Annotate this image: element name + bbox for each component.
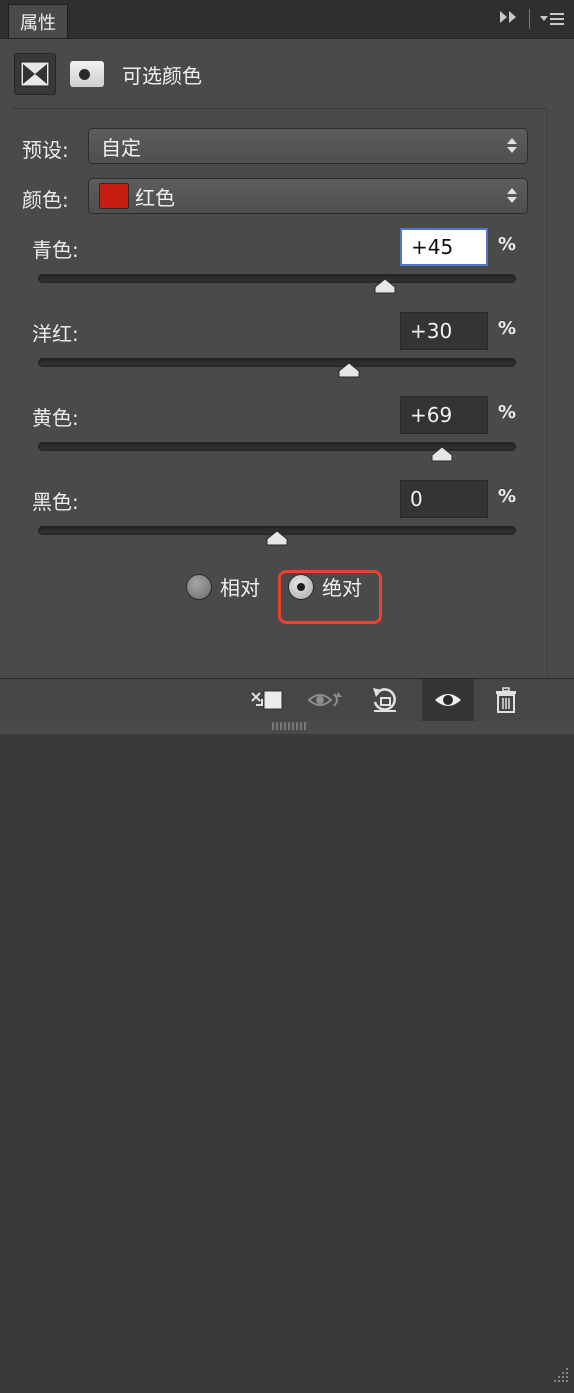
slider-value-input[interactable]: +45 (400, 228, 488, 266)
preset-value: 自定 (101, 135, 141, 160)
select-arrows-icon (507, 188, 517, 203)
color-swatch (99, 183, 129, 209)
preset-label: 预设: (22, 138, 69, 162)
slider-track[interactable] (38, 358, 516, 367)
percent-sign: % (498, 318, 517, 339)
select-arrows-icon (507, 138, 517, 153)
tab-properties[interactable]: 属性 (8, 4, 68, 38)
panel-controls (499, 9, 564, 29)
bottom-toolbar (0, 678, 574, 1382)
radio-relative-label: 相对 (220, 576, 260, 600)
radio-relative-button[interactable] (186, 573, 212, 600)
slider-label: 黄色: (32, 406, 79, 430)
slider-value-input[interactable]: +69 (400, 396, 488, 434)
panel-resize-grip[interactable] (272, 722, 308, 730)
slider-value-text: +69 (410, 403, 453, 427)
panel-tab-bar: 属性 (0, 0, 574, 39)
radio-relative[interactable]: 相对 (186, 572, 260, 601)
color-label: 颜色: (22, 188, 69, 212)
slider-track[interactable] (38, 274, 516, 283)
properties-panel: 属性 可选颜色 预设: 自定 颜色: 红色 青色: +45 % 洋红: +30 … (0, 0, 574, 1382)
slider-thumb-icon[interactable] (431, 446, 453, 462)
percent-sign: % (498, 486, 517, 507)
percent-sign: % (498, 234, 517, 255)
resize-grip-icon[interactable] (552, 1363, 570, 1393)
slider-thumb-icon[interactable] (374, 278, 396, 294)
slider-value-text: 0 (410, 487, 423, 511)
layer-mask-icon[interactable] (70, 61, 104, 87)
clip-to-layer-icon[interactable] (244, 679, 290, 721)
slider-value-input[interactable]: 0 (400, 480, 488, 518)
visibility-toggle-icon[interactable] (302, 679, 352, 721)
slider-label: 青色: (32, 238, 79, 262)
annotation-highlight-box (278, 570, 382, 624)
slider-value-input[interactable]: +30 (400, 312, 488, 350)
tabbar-divider (529, 9, 530, 29)
panel-menu-icon[interactable] (540, 13, 564, 25)
slider-thumb-icon[interactable] (266, 530, 288, 546)
slider-thumb-icon[interactable] (338, 362, 360, 378)
adjustment-header: 可选颜色 (14, 48, 544, 100)
slider-value-text: +45 (411, 235, 454, 259)
slider-label: 洋红: (32, 322, 79, 346)
header-divider (12, 108, 547, 109)
eye-icon[interactable] (422, 679, 474, 721)
adjustment-layer-icon[interactable] (14, 53, 56, 95)
tab-properties-label: 属性 (20, 12, 56, 34)
preset-select[interactable]: 自定 (88, 128, 528, 164)
scrollbar[interactable] (547, 108, 574, 678)
percent-sign: % (498, 402, 517, 423)
collapse-icon[interactable] (499, 10, 519, 28)
color-value: 红色 (135, 185, 175, 210)
trash-icon[interactable] (484, 679, 528, 721)
slider-label: 黑色: (32, 490, 79, 514)
slider-value-text: +30 (410, 319, 453, 343)
reset-icon[interactable] (362, 679, 408, 721)
adjustment-title: 可选颜色 (122, 63, 202, 88)
color-select[interactable]: 红色 (88, 178, 528, 214)
